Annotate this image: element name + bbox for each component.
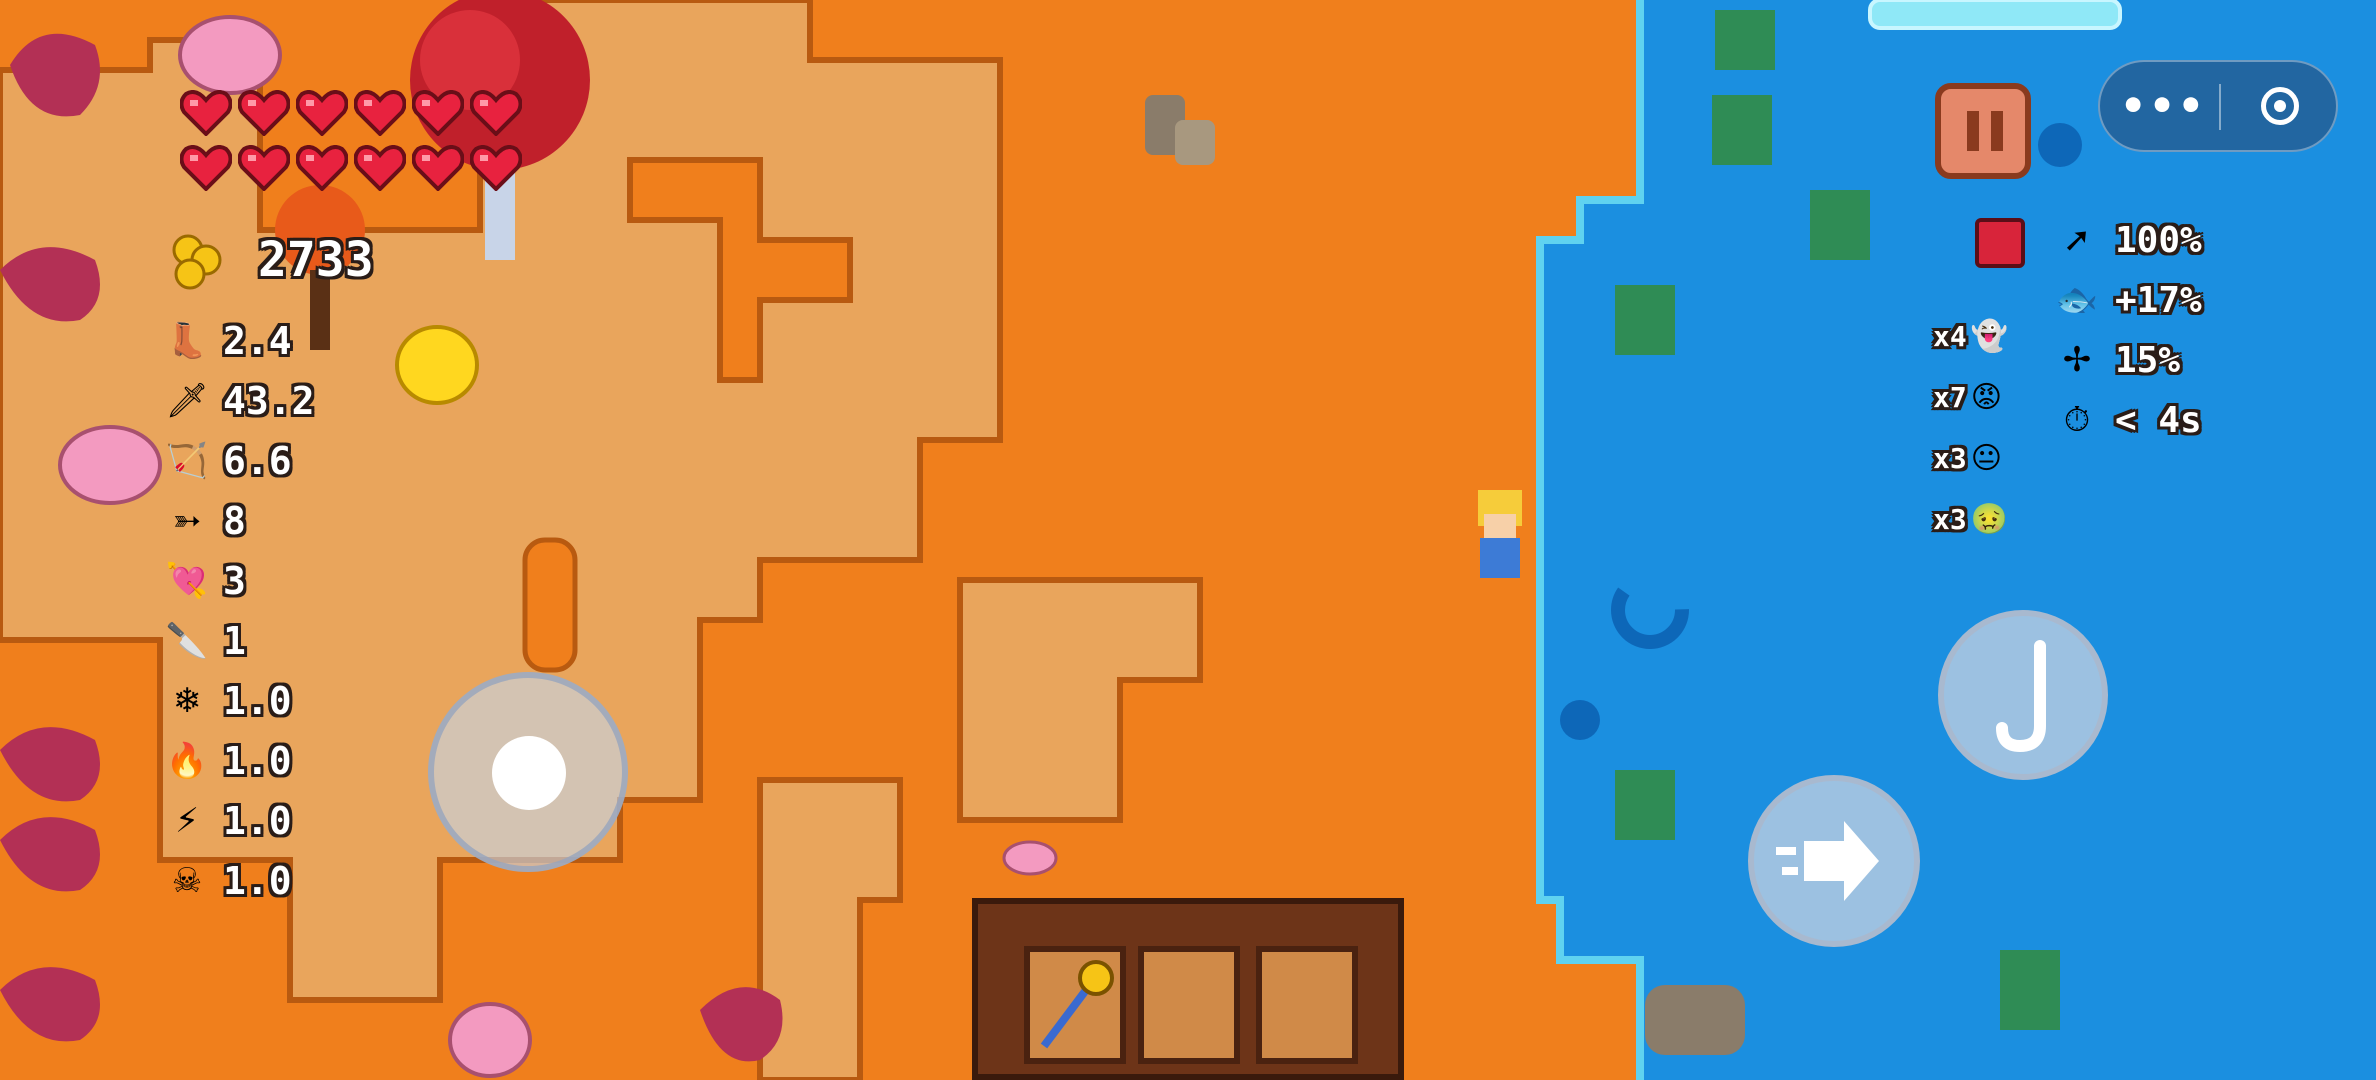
stat-row: ❄ 1.0: [165, 675, 292, 727]
enemy-count: x3: [1933, 441, 1967, 475]
enemy-count-row: x3 🤢: [1933, 496, 2008, 542]
enemy-count: x4: [1933, 319, 1967, 353]
stat-value: 1: [223, 619, 246, 663]
ghost-face-icon: 👻: [1970, 318, 2009, 354]
buff-row: ✢ 15%: [2055, 334, 2180, 386]
enemy-count-row: x4 👻: [1933, 313, 2008, 359]
heart-icon: [295, 145, 349, 192]
coin-icon: [168, 230, 228, 292]
stat-row: ☠ 1.0: [165, 855, 292, 907]
stat-row: 👢 2.4: [165, 315, 292, 367]
ice-crystal-icon: ❄: [172, 681, 202, 721]
stat-value: 43.2: [223, 379, 315, 423]
heart-arrow-icon: 💘: [165, 561, 209, 601]
sword-icon: 🗡: [165, 381, 209, 421]
buff-row: ⏱ < 4s: [2055, 394, 2202, 446]
heart-icon: [411, 145, 465, 192]
boot-icon: 👢: [165, 321, 209, 361]
fish-icon: 🐟: [2055, 280, 2099, 320]
inventory-slot-3[interactable]: [1256, 946, 1358, 1064]
buff-row: 🐟 +17%: [2055, 274, 2202, 326]
buff-value: +17%: [2115, 279, 2202, 321]
stat-value: 6.6: [223, 439, 292, 483]
red-face-icon: 😡: [1970, 379, 2002, 415]
heart-icon: [295, 90, 349, 137]
stat-value: 1.0: [223, 859, 292, 903]
target-circle-icon: [2261, 87, 2299, 125]
dagger-icon: 🔪: [165, 621, 209, 661]
inventory-slot-2[interactable]: [1138, 946, 1240, 1064]
arrows-icon: ➳: [172, 501, 202, 541]
stat-row: 🗡 43.2: [165, 375, 315, 427]
stat-value: 1.0: [223, 799, 292, 843]
inventory-slot-1[interactable]: [1024, 946, 1126, 1064]
yellow-face-icon: 😐: [1970, 440, 2002, 476]
mini-program-capsule: •••: [2098, 60, 2338, 152]
lightning-icon: ⚡: [175, 801, 199, 841]
heart-icon: [179, 145, 233, 192]
buff-value: < 4s: [2115, 399, 2202, 441]
golden-staff-icon: [1040, 960, 1114, 1049]
stat-value: 1.0: [223, 679, 292, 723]
player-character: [1478, 490, 1522, 578]
buff-value: 100%: [2115, 219, 2202, 261]
stat-row: 🔪 1: [165, 615, 246, 667]
stat-value: 1.0: [223, 739, 292, 783]
hearts-row-1: [179, 90, 523, 137]
pause-icon: [1965, 111, 2005, 151]
stat-row: ⚡ 1.0: [165, 795, 292, 847]
heart-icon: [353, 90, 407, 137]
stat-row: 🔥 1.0: [165, 735, 292, 787]
enemy-count: x7: [1933, 380, 1967, 414]
heart-icon: [237, 90, 291, 137]
close-miniprogram-button[interactable]: [2240, 76, 2320, 136]
red-enemy-icon: [1975, 218, 2025, 268]
poison-skull-icon: ☠: [171, 861, 203, 901]
heart-icon: [469, 145, 523, 192]
arrow-icon: ➚: [2062, 220, 2092, 260]
hearts-row-2: [179, 145, 523, 192]
heart-icon: [353, 145, 407, 192]
stat-value: 3: [223, 559, 246, 603]
heart-icon: [237, 145, 291, 192]
capsule-divider: [2219, 84, 2221, 130]
stat-row: 💘 3: [165, 555, 246, 607]
pause-button[interactable]: [1935, 83, 2031, 179]
fishing-hook-icon: [1996, 640, 2046, 753]
stopwatch-icon: ⏱: [2063, 400, 2091, 440]
crossbow-icon: ✢: [2062, 340, 2092, 380]
buff-row: ➚ 100%: [2055, 214, 2202, 266]
stat-row: 🏹 6.6: [165, 435, 292, 487]
joystick-knob[interactable]: [492, 736, 566, 810]
stat-value: 8: [223, 499, 246, 543]
enemy-count-row: x7 😡: [1933, 374, 2002, 420]
fire-icon: 🔥: [165, 741, 209, 781]
enemy-count-row: x3 😐: [1933, 435, 2002, 481]
stat-value: 2.4: [223, 319, 292, 363]
more-dots-icon: •••: [2119, 81, 2207, 130]
inventory-bar: [972, 898, 1404, 1080]
coin-count: 2733: [258, 232, 374, 288]
buff-value: 15%: [2115, 339, 2181, 381]
bow-icon: 🏹: [165, 441, 209, 481]
virtual-joystick[interactable]: [428, 672, 628, 872]
green-face-icon: 🤢: [1970, 501, 2009, 537]
fishing-rod-button[interactable]: [1938, 610, 2108, 780]
heart-icon: [411, 90, 465, 137]
more-options-button[interactable]: •••: [2118, 76, 2208, 136]
heart-icon: [469, 90, 523, 137]
heart-icon: [179, 90, 233, 137]
dash-arrow-icon: [1776, 821, 1879, 901]
dash-button[interactable]: [1748, 775, 1920, 947]
enemy-count: x3: [1933, 502, 1967, 536]
stat-row: ➳ 8: [165, 495, 246, 547]
